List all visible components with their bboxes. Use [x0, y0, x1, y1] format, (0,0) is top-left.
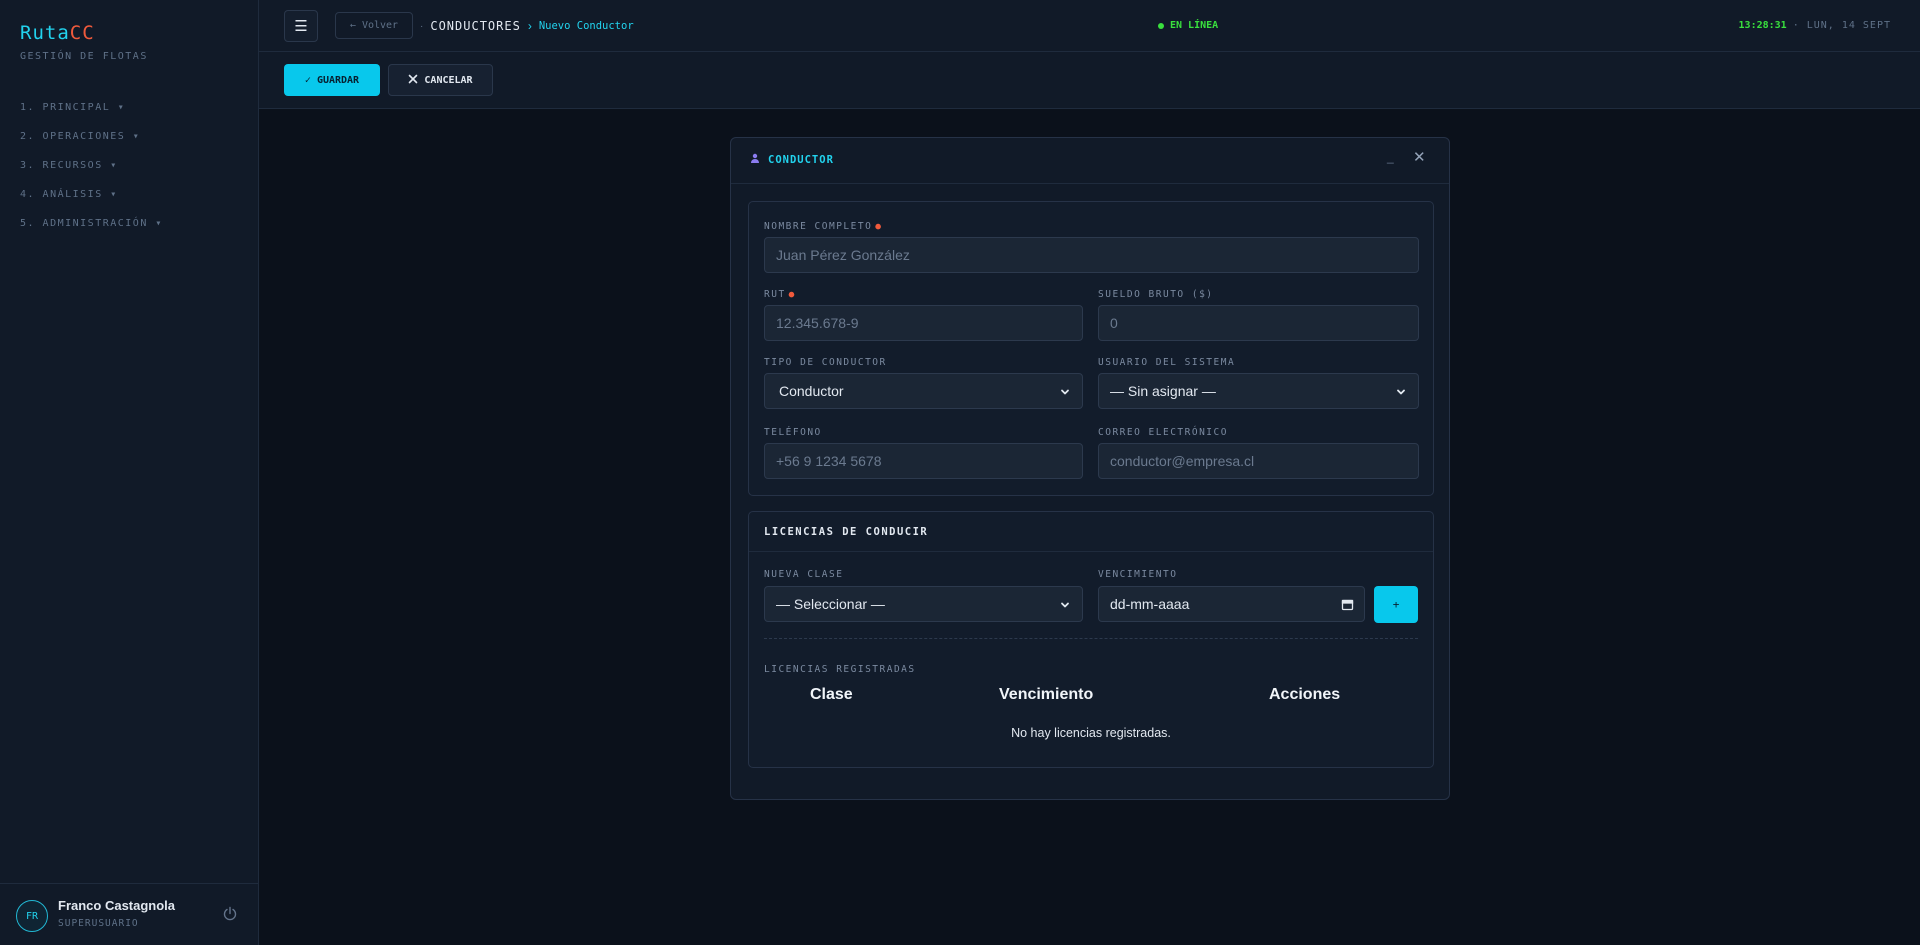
- cancel-button-label: CANCELAR: [424, 74, 473, 86]
- vencimiento-label: VENCIMIENTO: [1098, 569, 1178, 580]
- empty-state-text: No hay licencias registradas.: [1011, 726, 1171, 740]
- table-header-vencimiento: Vencimiento: [999, 686, 1094, 703]
- minimize-icon[interactable]: _: [1387, 150, 1394, 164]
- brand-name-part2: CC: [69, 22, 95, 44]
- add-license-button[interactable]: +: [1374, 586, 1418, 623]
- user-role: SUPERUSUARIO: [58, 918, 139, 929]
- table-header-clase: Clase: [810, 686, 853, 703]
- modal-header: CONDUCTOR _ ✕: [731, 138, 1449, 184]
- check-icon: ✓: [304, 74, 311, 86]
- nombre-input[interactable]: Juan Pérez González: [764, 237, 1419, 273]
- breadcrumb-current: Nuevo Conductor: [538, 20, 634, 32]
- clase-select[interactable]: — Seleccionar —: [764, 586, 1083, 622]
- sidebar: RutaCC GESTIÓN DE FLOTAS 1. PRINCIPAL ▾ …: [0, 0, 259, 945]
- licencias-title: LICENCIAS DE CONDUCIR: [764, 526, 929, 538]
- rut-input[interactable]: 12.345.678-9: [764, 305, 1083, 341]
- sidebar-nav: 1. PRINCIPAL ▾ 2. OPERACIONES ▾ 3. RECUR…: [20, 101, 163, 246]
- avatar: FR: [16, 900, 48, 932]
- modal-title-label: CONDUCTOR: [768, 153, 834, 166]
- table-header-acciones: Acciones: [1269, 686, 1341, 703]
- conductor-details-card: NOMBRE COMPLETO ● Juan Pérez González RUT…: [748, 201, 1434, 496]
- clock: 13:28:31 · LUN, 14 SEPT: [1739, 20, 1891, 31]
- sidebar-item-analisis[interactable]: 4. ANÁLISIS ▾: [20, 188, 163, 217]
- usuario-select-value: — Sin asignar —: [1110, 383, 1216, 399]
- chevron-down-icon: [1059, 385, 1071, 397]
- breadcrumb-section[interactable]: CONDUCTORES: [430, 19, 520, 33]
- telefono-label: TELÉFONO: [764, 427, 822, 438]
- status-dot-icon: [1158, 22, 1164, 29]
- calendar-icon[interactable]: [1341, 598, 1354, 611]
- chevron-down-icon: [1395, 385, 1407, 397]
- modal-title: CONDUCTOR: [750, 153, 834, 166]
- nueva-clase-label: NUEVA CLASE: [764, 569, 844, 580]
- correo-input[interactable]: conductor@empresa.cl: [1098, 443, 1419, 479]
- action-toolbar: ✓ GUARDAR CANCELAR: [259, 52, 1920, 109]
- back-button[interactable]: ← Volver: [335, 12, 413, 39]
- vencimiento-date-input[interactable]: dd-mm-aaaa: [1098, 586, 1365, 622]
- top-header: ☰ ← Volver · CONDUCTORES › Nuevo Conduct…: [259, 0, 1920, 52]
- clock-date: · LUN, 14 SEPT: [1792, 20, 1891, 31]
- tipo-label: TIPO DE CONDUCTOR: [764, 357, 887, 368]
- close-icon: [408, 74, 418, 87]
- correo-label: CORREO ELECTRÓNICO: [1098, 427, 1228, 438]
- licencias-registradas-label: LICENCIAS REGISTRADAS: [764, 664, 916, 675]
- vencimiento-value: dd-mm-aaaa: [1110, 596, 1190, 612]
- sidebar-item-administracion[interactable]: 5. ADMINISTRACIÓN ▾: [20, 217, 163, 246]
- brand-subtitle: GESTIÓN DE FLOTAS: [20, 51, 148, 62]
- tipo-select-value: Conductor: [779, 383, 844, 399]
- rut-label: RUT ●: [764, 289, 796, 300]
- conductor-modal: CONDUCTOR _ ✕ NOMBRE COMPLETO ● Juan Pére…: [730, 137, 1450, 800]
- sidebar-item-operaciones[interactable]: 2. OPERACIONES ▾: [20, 130, 163, 159]
- save-button-label: GUARDAR: [316, 74, 360, 86]
- divider: [749, 551, 1433, 552]
- user-name: Franco Castagnola: [58, 898, 176, 913]
- chevron-right-icon: ›: [527, 19, 532, 33]
- close-icon[interactable]: ✕: [1413, 148, 1426, 166]
- user-icon: [750, 153, 760, 166]
- connection-status: EN LÍNEA: [1158, 20, 1218, 31]
- licencias-card: LICENCIAS DE CONDUCIR NUEVA CLASE — Sele…: [748, 511, 1434, 768]
- power-icon[interactable]: [222, 906, 238, 922]
- dashed-divider: [764, 638, 1418, 639]
- sueldo-input[interactable]: 0: [1098, 305, 1419, 341]
- brand-name-part1: Ruta: [20, 22, 70, 44]
- menu-button[interactable]: ☰: [284, 10, 318, 42]
- cancel-button[interactable]: CANCELAR: [388, 64, 493, 96]
- menu-icon: ☰: [294, 18, 308, 35]
- sidebar-item-principal[interactable]: 1. PRINCIPAL ▾: [20, 101, 163, 130]
- clase-select-value: — Seleccionar —: [776, 596, 885, 612]
- sueldo-label: SUELDO BRUTO ($): [1098, 289, 1214, 300]
- nombre-label: NOMBRE COMPLETO ●: [764, 221, 883, 232]
- breadcrumb: · CONDUCTORES › Nuevo Conductor: [420, 19, 634, 33]
- sidebar-item-recursos[interactable]: 3. RECURSOS ▾: [20, 159, 163, 188]
- status-label: EN LÍNEA: [1170, 20, 1219, 31]
- usuario-label: USUARIO DEL SISTEMA: [1098, 357, 1236, 368]
- usuario-select[interactable]: — Sin asignar —: [1098, 373, 1419, 409]
- clock-time: 13:28:31: [1738, 20, 1787, 31]
- user-panel: FR Franco Castagnola SUPERUSUARIO: [0, 883, 259, 945]
- chevron-down-icon: [1059, 598, 1071, 610]
- save-button[interactable]: ✓ GUARDAR: [284, 64, 380, 96]
- telefono-input[interactable]: +56 9 1234 5678: [764, 443, 1083, 479]
- brand-logo: RutaCC: [20, 22, 95, 44]
- tipo-select[interactable]: Conductor: [764, 373, 1083, 409]
- breadcrumb-separator-dot: ·: [420, 20, 424, 32]
